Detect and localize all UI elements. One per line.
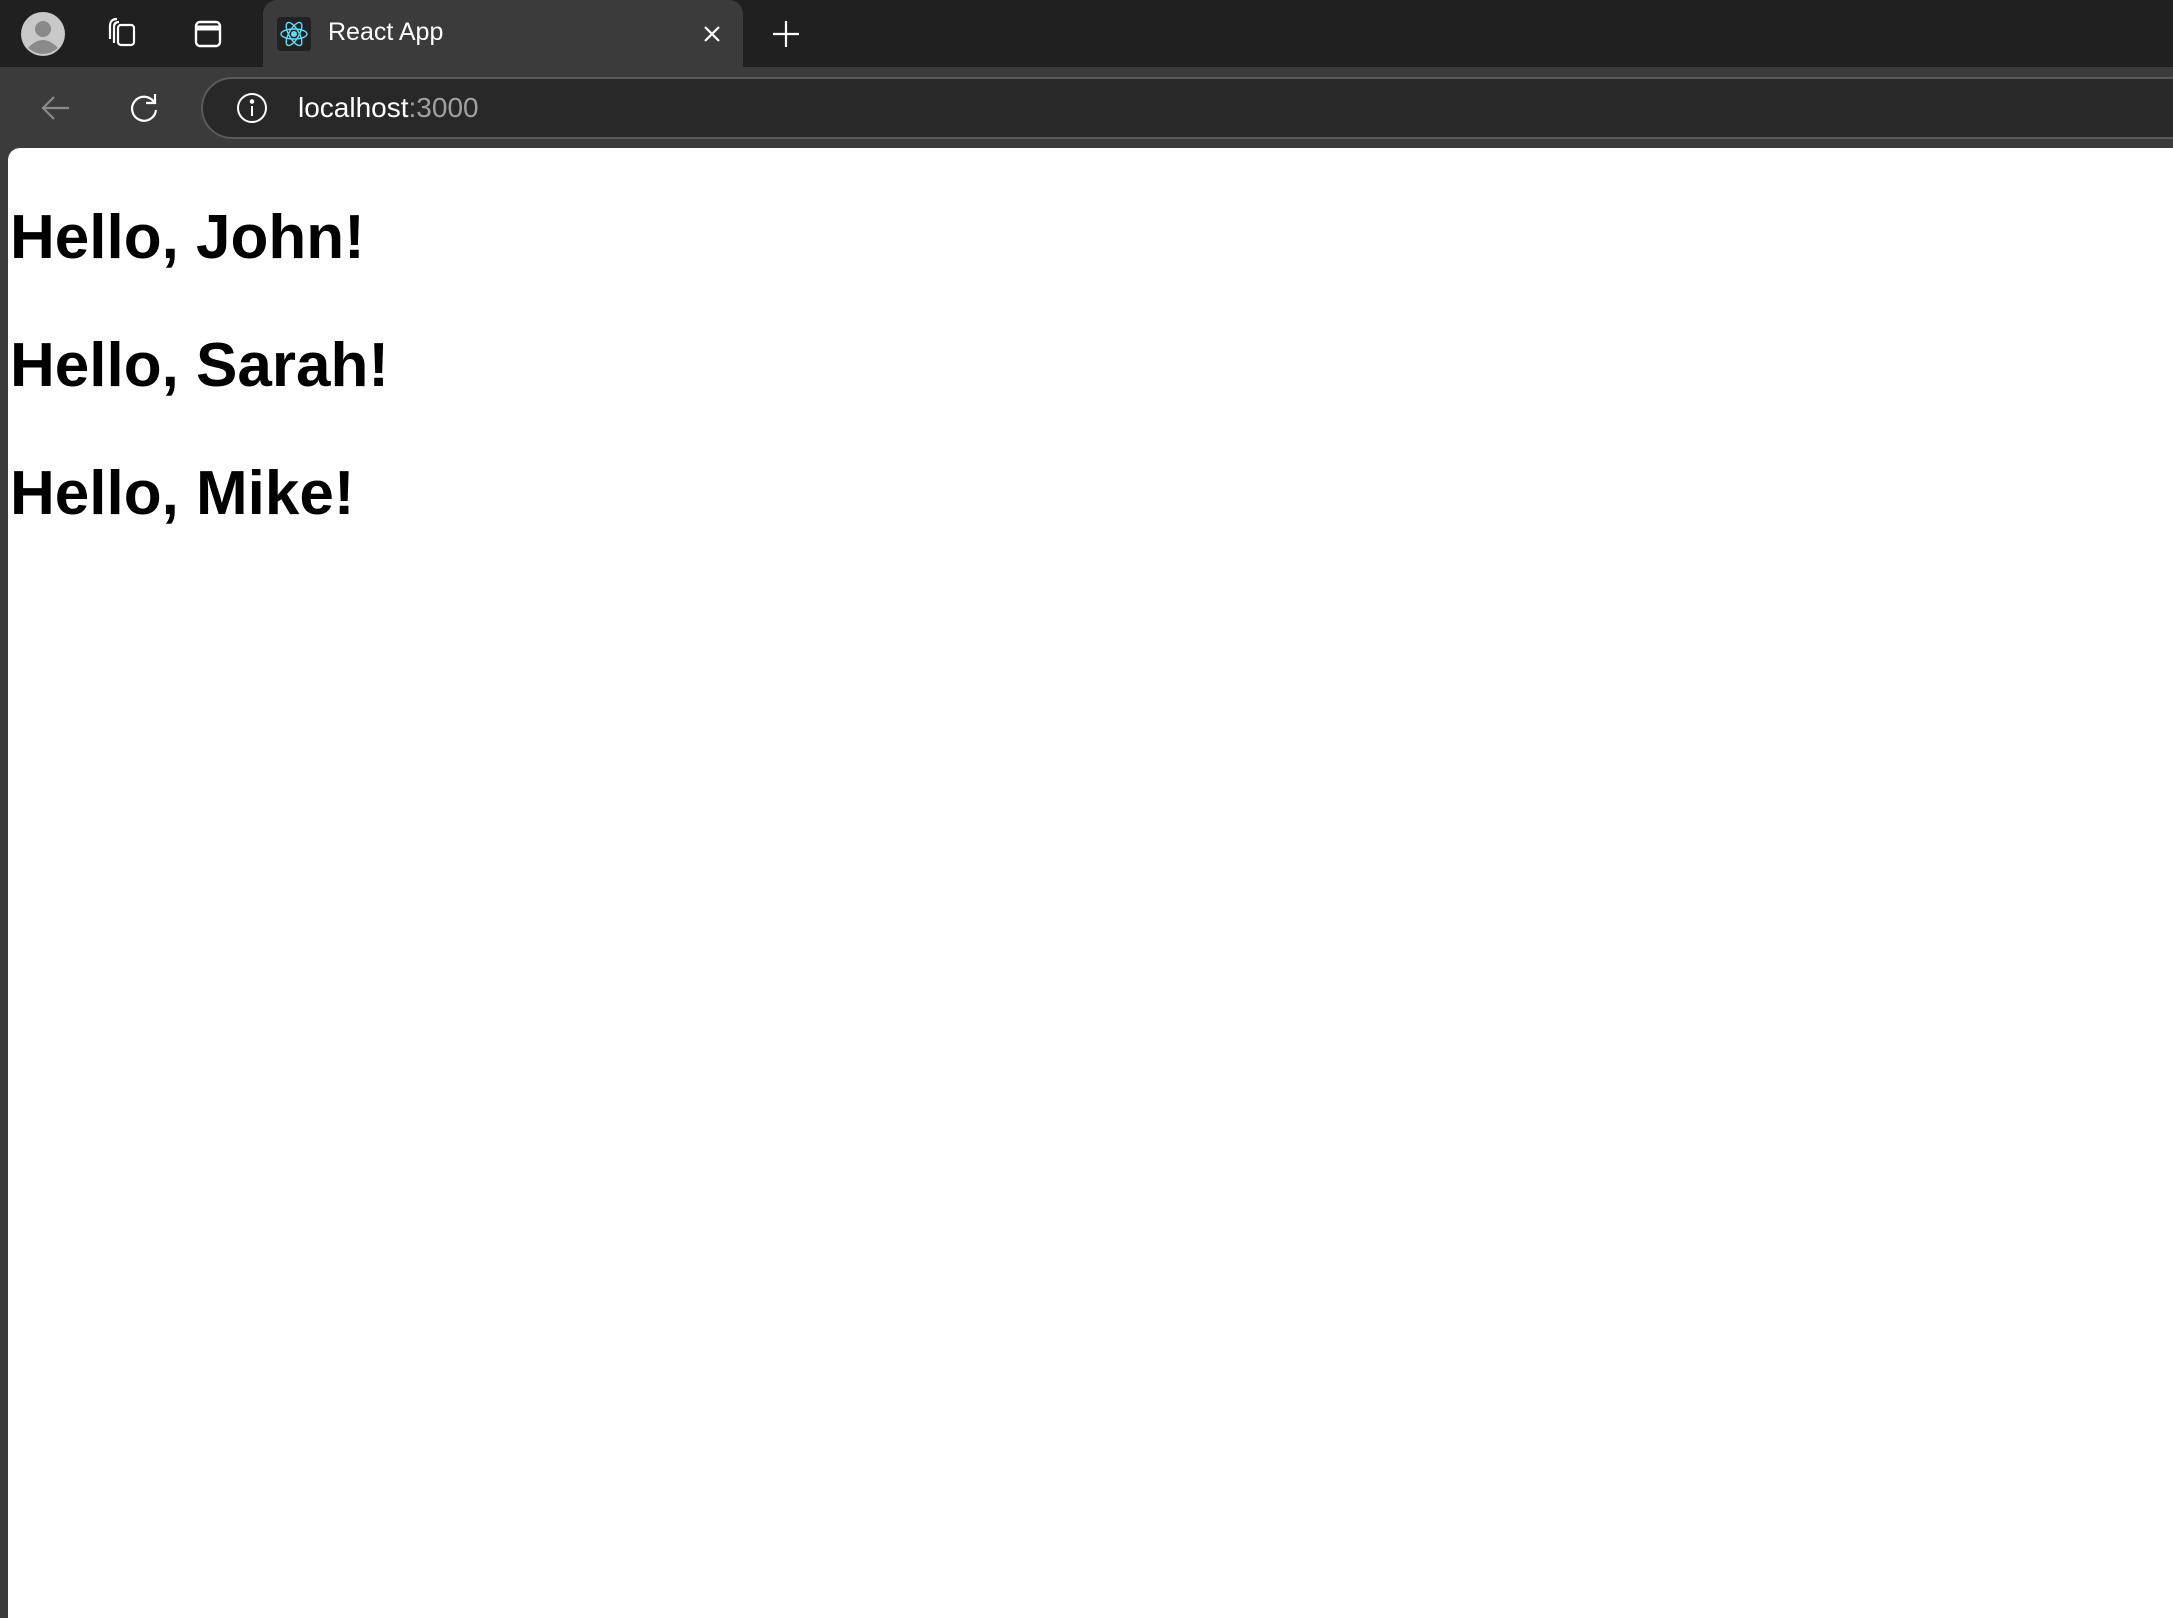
- tab-react-app[interactable]: React App: [263, 0, 743, 67]
- tab-title: React App: [328, 18, 444, 46]
- new-tab-icon[interactable]: [766, 14, 806, 54]
- vertical-tabs-icon[interactable]: [188, 14, 228, 54]
- url-text: localhost:3000: [298, 92, 479, 124]
- greeting-heading: Hello, Sarah!: [10, 331, 389, 400]
- react-favicon-icon: [277, 17, 311, 51]
- back-arrow-icon[interactable]: [35, 87, 77, 129]
- greeting-heading: Hello, John!: [10, 203, 365, 272]
- url-port: :3000: [408, 92, 479, 123]
- reload-icon[interactable]: [123, 87, 165, 129]
- close-tab-icon[interactable]: [696, 18, 728, 50]
- navigation-toolbar: localhost:3000: [0, 67, 2173, 148]
- tab-strip: React App: [0, 0, 2173, 67]
- site-info-icon[interactable]: [235, 91, 269, 125]
- profile-avatar-icon[interactable]: [20, 11, 66, 57]
- page-viewport: Hello, John! Hello, Sarah! Hello, Mike!: [8, 148, 2173, 1618]
- address-bar[interactable]: localhost:3000: [201, 77, 2173, 139]
- workspaces-icon[interactable]: [103, 14, 143, 54]
- url-host: localhost: [298, 92, 409, 123]
- greeting-heading: Hello, Mike!: [10, 459, 355, 528]
- greeting-list: Hello, John! Hello, Sarah! Hello, Mike!: [8, 174, 389, 558]
